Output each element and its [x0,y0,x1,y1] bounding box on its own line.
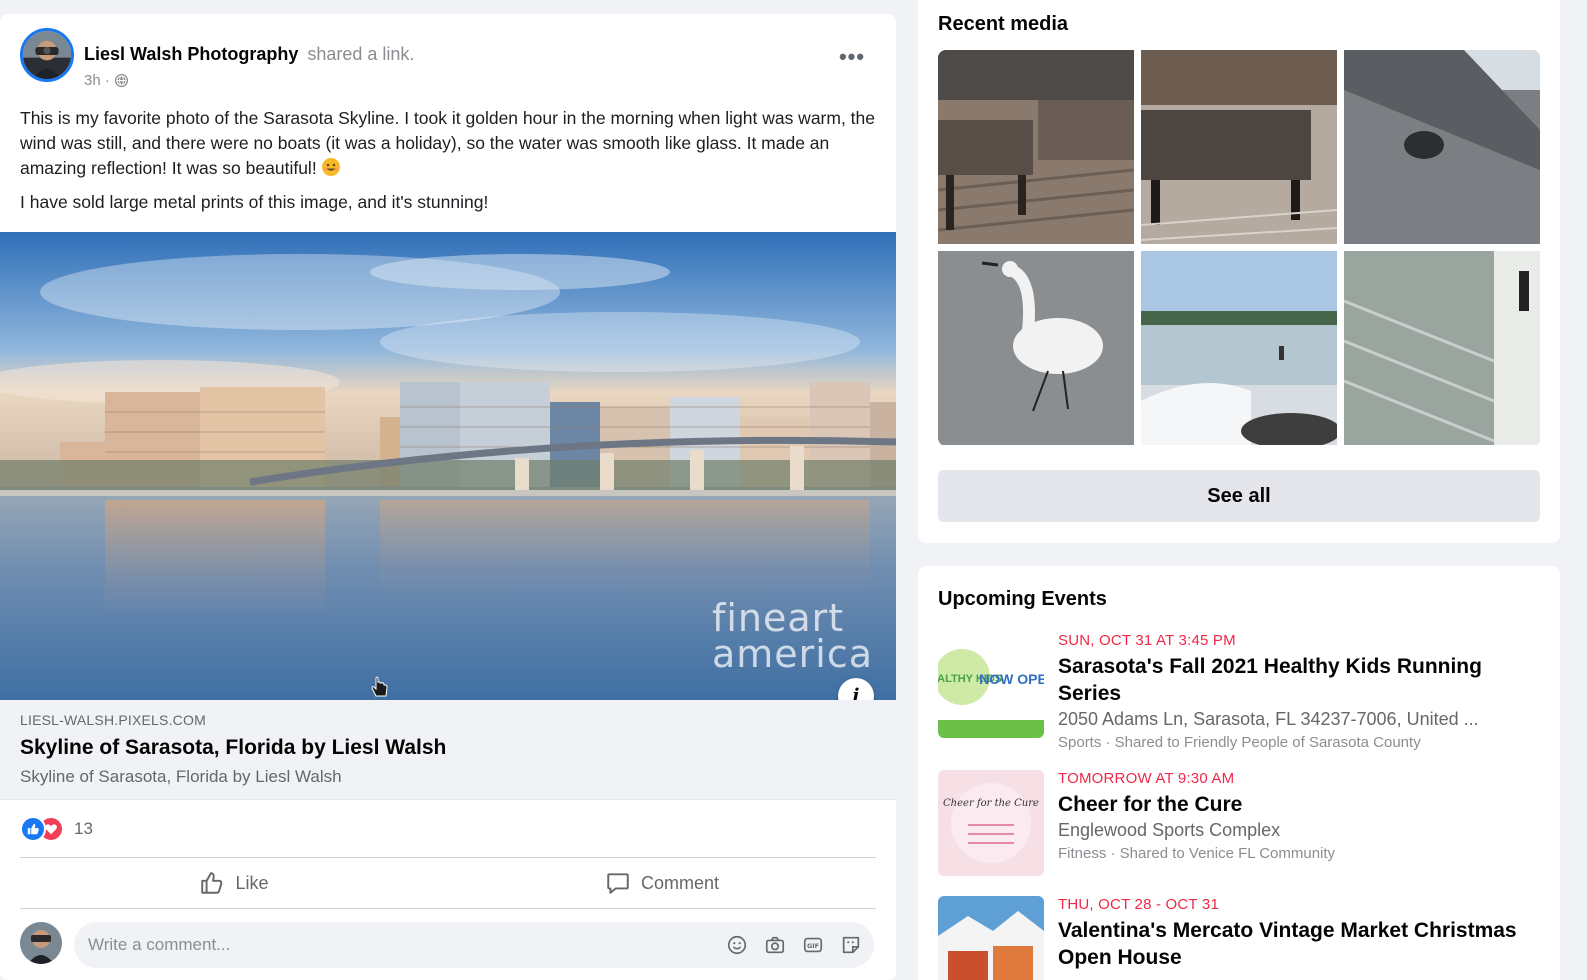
event-thumbnail[interactable]: Cheer for the Cure [938,770,1044,876]
divider [20,857,876,858]
event-date: TOMORROW AT 9:30 AM [1058,770,1235,787]
reaction-count[interactable]: 13 [74,819,93,839]
recent-media-card: Recent media See all [918,0,1560,543]
media-thumb-patio-table[interactable] [1141,50,1337,244]
post-header: Liesl Walsh Photography shared a link. 3… [20,28,880,98]
emoji-icon[interactable] [726,934,748,956]
feed-post: Liesl Walsh Photography shared a link. 3… [0,14,896,980]
thumbs-up-icon [201,872,223,894]
current-user-avatar[interactable] [20,922,62,964]
event-location: 2050 Adams Ln, Sarasota, FL 34237-7006, … [1058,709,1479,729]
camera-icon[interactable] [764,934,786,956]
event-info: TOMORROW AT 9:30 AM Cheer for the Cure E… [1058,770,1544,862]
svg-text:GIF: GIF [807,942,819,950]
post-action-text: shared a link. [307,44,415,64]
comment-label: Comment [640,872,720,893]
gif-icon[interactable]: GIF [802,934,824,956]
comment-bubble-icon [607,873,629,894]
event-title[interactable]: Cheer for the Cure [1058,791,1544,818]
event-date: SUN, OCT 31 AT 3:45 PM [1058,632,1236,649]
divider [20,908,876,909]
media-thumb-beach-waves[interactable] [1141,251,1337,445]
comment-button[interactable]: Comment [448,860,876,906]
event-thumbnail[interactable]: HEALTHY KIDS NOW OPEN [938,632,1044,738]
recent-media-title: Recent media [938,13,1069,35]
post-action-bar: Like Comment [20,860,876,906]
event-info: SUN, OCT 31 AT 3:45 PM Sarasota's Fall 2… [1058,632,1544,751]
like-button[interactable]: Like [20,860,448,906]
event-location: Englewood Sports Complex [1058,820,1281,840]
post-body-paragraph-2: I have sold large metal prints of this i… [20,192,489,212]
media-thumb-egret[interactable] [938,251,1134,445]
see-all-button[interactable]: See all [938,470,1540,522]
event-title[interactable]: Valentina's Mercato Vintage Market Chris… [1058,917,1544,971]
like-label: Like [235,872,269,893]
upcoming-events-card: Upcoming Events HEALTHY KIDS NOW OPEN SU… [918,566,1560,980]
comment-input[interactable] [74,922,714,968]
event-title[interactable]: Sarasota's Fall 2021 Healthy Kids Runnin… [1058,653,1544,707]
comment-tools: GIF [726,922,862,968]
event-info: THU, OCT 28 - OCT 31 Valentina's Mercato… [1058,896,1544,971]
author-name[interactable]: Liesl Walsh Photography [84,44,298,64]
post-body-paragraph-1: This is my favorite photo of the Sarasot… [20,108,876,178]
fineart-watermark: fineart america [712,596,874,676]
event-thumb-text: NOW OPEN [979,671,1044,687]
link-preview[interactable]: LIESL-WALSH.PIXELS.COM Skyline of Saraso… [0,700,896,800]
event-thumb-text: Cheer for the Cure [943,798,1039,809]
comment-composer: GIF [20,920,876,970]
link-description: Skyline of Sarasota, Florida by Liesl Wa… [20,767,342,786]
link-title[interactable]: Skyline of Sarasota, Florida by Liesl Wa… [20,736,446,760]
more-options-button[interactable]: ••• [834,46,870,74]
like-reaction-icon [20,816,46,842]
author-line: Liesl Walsh Photography shared a link. [84,44,414,65]
reaction-summary[interactable]: 13 [20,814,93,844]
link-domain: LIESL-WALSH.PIXELS.COM [20,712,206,728]
post-time[interactable]: 3h · [84,72,110,89]
event-date: THU, OCT 28 - OCT 31 [1058,896,1219,913]
event-meta: Sports · Shared to Friendly People of Sa… [1058,734,1421,751]
comment-input-wrapper: GIF [74,922,874,968]
event-thumbnail[interactable] [938,896,1044,980]
hand-cursor-icon [371,676,388,697]
post-meta: 3h · [84,72,129,89]
upcoming-events-title: Upcoming Events [938,588,1107,610]
media-thumb-wood-table[interactable] [938,50,1134,244]
media-thumb-wood-floor[interactable] [1344,251,1540,445]
event-meta: Fitness · Shared to Venice FL Community [1058,845,1336,862]
smiling-face-emoji-icon [321,158,340,176]
post-body: This is my favorite photo of the Sarasot… [20,106,880,224]
media-grid [938,50,1540,446]
sticker-icon[interactable] [840,934,862,956]
globe-icon [114,73,128,88]
media-thumb-rocky-shore[interactable] [1344,50,1540,244]
author-avatar[interactable] [20,28,74,82]
